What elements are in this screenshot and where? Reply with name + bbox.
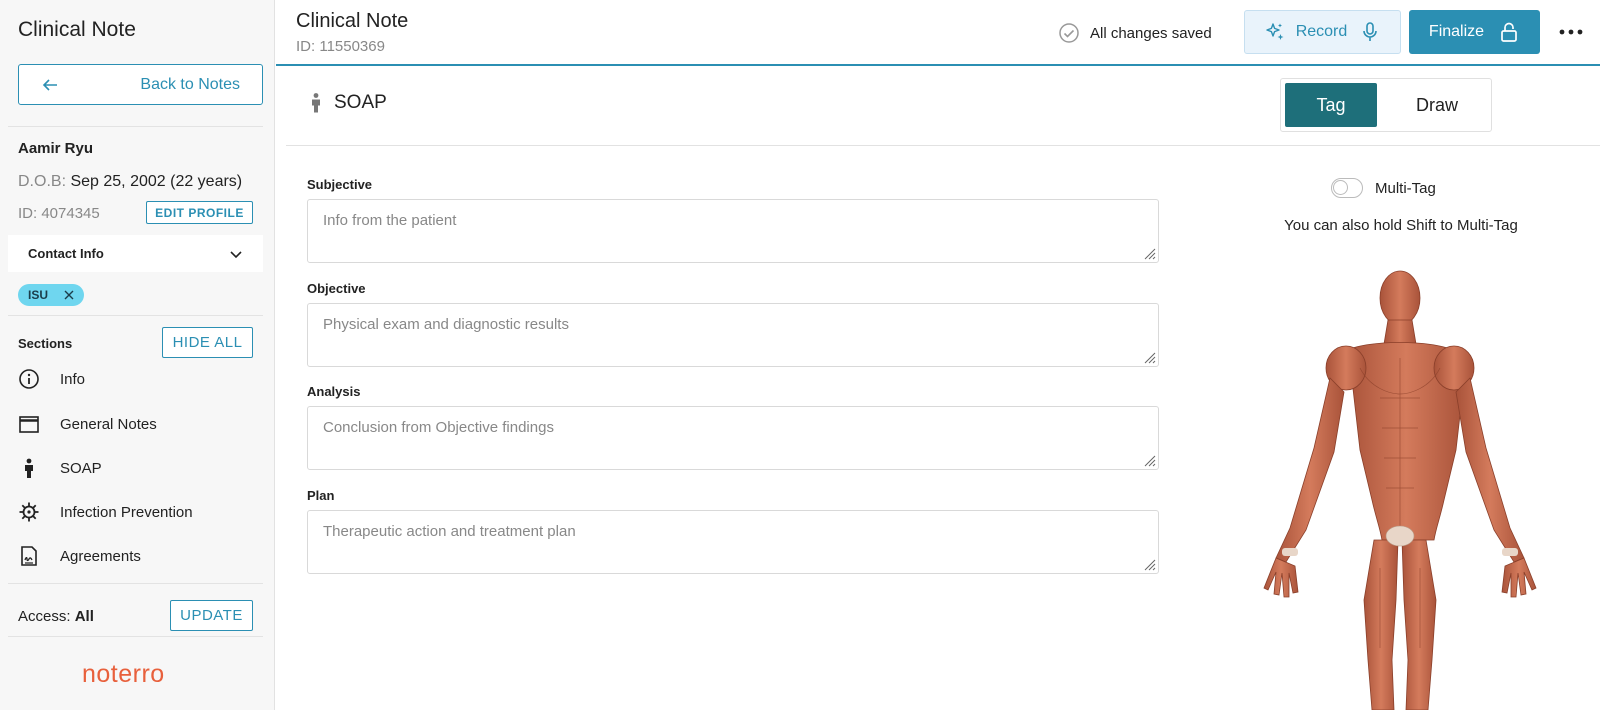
patient-name: Aamir Ryu <box>18 140 94 157</box>
section-title-label: SOAP <box>334 92 387 113</box>
divider <box>8 636 263 637</box>
contact-info-toggle[interactable]: Contact Info <box>8 235 263 272</box>
document-signature-icon <box>18 545 40 567</box>
multi-tag-toggle[interactable]: Multi-Tag <box>1331 178 1436 198</box>
objective-label: Objective <box>307 281 366 296</box>
back-to-notes-button[interactable]: Back to Notes <box>18 64 263 105</box>
edit-profile-button[interactable]: EDIT PROFILE <box>146 201 253 224</box>
plan-field[interactable]: Therapeutic action and treatment plan <box>307 510 1159 574</box>
plan-label: Plan <box>307 488 335 503</box>
sidebar-item-infection-prevention[interactable]: Infection Prevention <box>18 497 193 527</box>
access-level: Access: All <box>18 608 94 625</box>
multi-tag-hint: You can also hold Shift to Multi-Tag <box>1284 217 1518 234</box>
divider <box>8 583 263 584</box>
subjective-field[interactable]: Info from the patient <box>307 199 1159 263</box>
person-icon <box>18 457 40 479</box>
patient-dob: D.O.B: Sep 25, 2002 (22 years) <box>18 173 242 191</box>
sections-heading: Sections <box>18 336 73 351</box>
arrow-left-icon <box>42 78 57 91</box>
sidebar-item-label: Infection Prevention <box>60 503 193 521</box>
info-icon <box>18 368 40 390</box>
resize-handle-icon[interactable] <box>1142 350 1156 364</box>
sidebar-item-info[interactable]: Info <box>18 364 85 394</box>
divider <box>8 126 263 127</box>
record-button[interactable]: Record <box>1244 10 1401 54</box>
multi-tag-switch[interactable] <box>1331 178 1363 198</box>
update-access-button[interactable]: UPDATE <box>170 600 253 631</box>
sidebar-item-label: General Notes <box>60 415 157 433</box>
analysis-placeholder: Conclusion from Objective findings <box>323 419 554 436</box>
objective-field[interactable]: Physical exam and diagnostic results <box>307 303 1159 367</box>
access-value: All <box>74 608 94 625</box>
subjective-label: Subjective <box>307 177 373 192</box>
check-circle-icon <box>1059 23 1079 43</box>
more-options-button[interactable] <box>1556 22 1586 42</box>
hide-all-button[interactable]: HIDE ALL <box>162 327 253 358</box>
subjective-placeholder: Info from the patient <box>323 212 457 229</box>
analysis-field[interactable]: Conclusion from Objective findings <box>307 406 1159 470</box>
dob-value: Sep 25, 2002 (22 years) <box>70 173 243 190</box>
save-status: All changes saved <box>1058 22 1212 44</box>
sidebar-item-soap[interactable]: SOAP <box>18 453 102 483</box>
finalize-button[interactable]: Finalize <box>1409 10 1540 54</box>
objective-placeholder: Physical exam and diagnostic results <box>323 316 569 333</box>
chevron-down-icon <box>230 250 242 258</box>
switch-knob <box>1333 180 1348 195</box>
soap-toolbar: SOAP Tag Draw <box>286 66 1600 146</box>
save-status-text: All changes saved <box>1090 24 1212 42</box>
plan-placeholder: Therapeutic action and treatment plan <box>323 523 576 540</box>
finalize-label: Finalize <box>1428 23 1485 40</box>
note-id: ID: 11550369 <box>296 38 385 55</box>
access-label: Access: <box>18 608 71 625</box>
multi-tag-label: Multi-Tag <box>1375 179 1436 197</box>
header: Clinical Note ID: 11550369 All changes s… <box>276 0 1600 66</box>
draw-mode-button[interactable]: Draw <box>1385 83 1489 127</box>
dob-label: D.O.B: <box>18 173 67 190</box>
resize-handle-icon[interactable] <box>1142 453 1156 467</box>
anatomy-body-map[interactable] <box>1230 268 1570 710</box>
close-icon[interactable] <box>64 290 74 300</box>
sidebar-item-label: Agreements <box>60 547 141 565</box>
resize-handle-icon[interactable] <box>1142 246 1156 260</box>
section-title: SOAP <box>306 92 387 114</box>
sidebar-title: Clinical Note <box>18 18 136 41</box>
divider <box>8 315 263 316</box>
more-horizontal-icon <box>1559 29 1583 35</box>
analysis-label: Analysis <box>307 384 361 399</box>
tag-chip-label: ISU <box>28 288 49 302</box>
mode-toggle: Tag Draw <box>1280 78 1492 132</box>
sidebar-item-general-notes[interactable]: General Notes <box>18 409 157 439</box>
sidebar-item-label: Info <box>60 370 86 388</box>
resize-handle-icon[interactable] <box>1142 557 1156 571</box>
sidebar-item-label: SOAP <box>60 459 102 477</box>
microphone-icon <box>1363 22 1378 41</box>
window-icon <box>18 413 40 435</box>
brand-logo: noterro <box>82 660 165 688</box>
person-icon <box>312 93 320 113</box>
sparkles-icon <box>1266 23 1284 40</box>
tag-chip: ISU <box>18 284 84 306</box>
virus-icon <box>18 501 40 523</box>
record-label: Record <box>1295 23 1348 40</box>
back-to-notes-label: Back to Notes <box>140 75 240 93</box>
tag-mode-button[interactable]: Tag <box>1285 83 1377 127</box>
sidebar-item-agreements[interactable]: Agreements <box>18 541 141 571</box>
sidebar: Clinical Note Back to Notes Aamir Ryu D.… <box>0 0 275 710</box>
page-title: Clinical Note <box>296 10 409 32</box>
unlock-icon <box>1501 22 1517 42</box>
soap-panel: SOAP Tag Draw Subjective Info from the p… <box>286 66 1600 710</box>
contact-info-label: Contact Info <box>28 246 104 261</box>
patient-id: ID: 4074345 <box>18 205 100 222</box>
